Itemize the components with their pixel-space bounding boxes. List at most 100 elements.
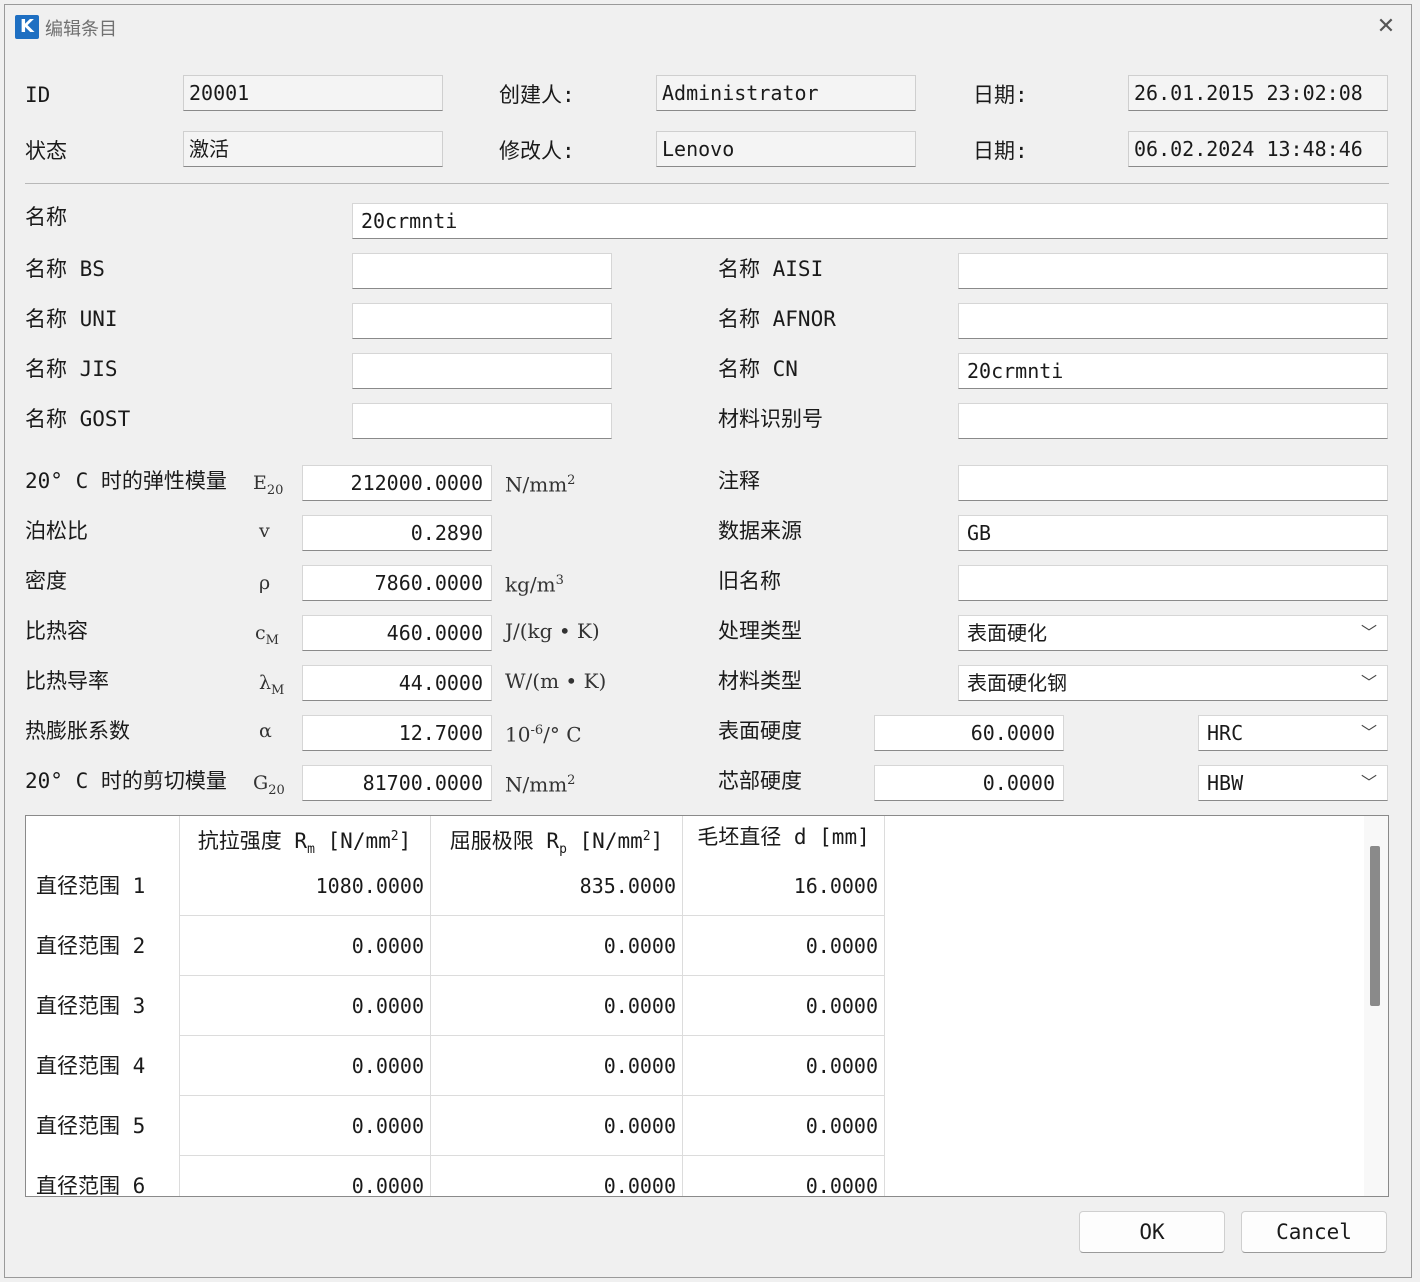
created-date-label: 日期: [973,83,1028,107]
thermal-expansion-label: 热膨胀系数 [25,719,130,743]
density-unit: kg/m3 [505,572,564,597]
note-input[interactable] [958,465,1388,501]
creator-field[interactable]: Administrator [656,75,916,111]
table-cell[interactable]: 0.0000 [179,916,431,976]
shear-modulus-unit: N/mm2 [505,772,576,797]
thermal-expansion-unit: 10-6/° C [505,722,582,747]
table-cell[interactable]: 0.0000 [683,916,885,976]
elastic-modulus-input[interactable]: 212000.0000 [302,465,492,501]
title-bar[interactable]: K 编辑条目 ✕ [5,5,1411,49]
material-type-value: 表面硬化钢 [967,671,1067,695]
column-header-blank-diameter[interactable]: 毛坯直径 d [mm] [683,816,885,860]
diameter-range-table[interactable]: 抗拉强度 Rm [N/mm2] 屈服极限 Rp [N/mm2] 毛坯直径 d [… [25,815,1389,1197]
header-divider [25,183,1389,184]
name-bs-input[interactable] [352,253,612,289]
old-name-input[interactable] [958,565,1388,601]
table-scrollbar-thumb[interactable] [1370,846,1380,1006]
close-icon[interactable]: ✕ [1371,13,1401,41]
density-input[interactable]: 7860.0000 [302,565,492,601]
table-cell[interactable]: 16.0000 [683,856,885,916]
name-uni-input[interactable] [352,303,612,339]
density-symbol: ρ [259,572,271,594]
old-name-label: 旧名称 [718,569,781,593]
name-cn-label: 名称 CN [718,357,798,381]
table-cell[interactable]: 0.0000 [179,1036,431,1096]
id-label: ID [25,83,51,107]
name-aisi-label: 名称 AISI [718,257,824,281]
shear-modulus-label: 20° C 时的剪切模量 [25,769,227,793]
treatment-type-label: 处理类型 [718,619,802,643]
name-aisi-input[interactable] [958,253,1388,289]
core-hardness-unit-select[interactable]: HBW ﹀ [1198,765,1388,801]
table-cell[interactable]: 0.0000 [431,916,683,976]
name-bs-label: 名称 BS [25,257,105,281]
row-header: 直径范围 4 [36,1054,146,1078]
table-cell[interactable]: 0.0000 [431,1156,683,1196]
table-cell[interactable]: 0.0000 [683,1036,885,1096]
specific-heat-label: 比热容 [25,619,88,643]
cancel-button[interactable]: Cancel [1241,1211,1387,1253]
id-field[interactable]: 20001 [183,75,443,111]
name-jis-input[interactable] [352,353,612,389]
specific-heat-symbol: cM [255,622,279,648]
row-header: 直径范围 6 [36,1174,146,1197]
name-afnor-input[interactable] [958,303,1388,339]
table-cell[interactable]: 0.0000 [179,976,431,1036]
name-cn-input[interactable]: 20crmnti [958,353,1388,389]
ok-button[interactable]: OK [1079,1211,1225,1253]
table-cell[interactable]: 0.0000 [179,1096,431,1156]
material-id-input[interactable] [958,403,1388,439]
table-cell[interactable]: 0.0000 [431,1036,683,1096]
data-source-label: 数据来源 [718,519,802,543]
density-label: 密度 [25,569,67,593]
created-date-field[interactable]: 26.01.2015 23:02:08 [1128,75,1388,111]
table-cell[interactable]: 0.0000 [179,1156,431,1196]
table-cell[interactable]: 0.0000 [431,976,683,1036]
name-gost-label: 名称 GOST [25,407,131,431]
shear-modulus-input[interactable]: 81700.0000 [302,765,492,801]
creator-label: 创建人: [499,83,575,107]
table-cell[interactable]: 0.0000 [683,1156,885,1196]
column-header-tensile-strength[interactable]: 抗拉强度 Rm [N/mm2] [179,816,431,860]
core-hardness-label: 芯部硬度 [718,769,802,793]
specific-heat-unit: J/(kg • K) [505,619,600,643]
row-header: 直径范围 3 [36,994,146,1018]
name-label: 名称 [25,205,67,229]
status-field[interactable]: 激活 [183,131,443,167]
data-source-input[interactable]: GB [958,515,1388,551]
name-gost-input[interactable] [352,403,612,439]
surface-hardness-label: 表面硬度 [718,719,802,743]
specific-heat-input[interactable]: 460.0000 [302,615,492,651]
elastic-modulus-label: 20° C 时的弹性模量 [25,469,227,493]
poisson-ratio-input[interactable]: 0.2890 [302,515,492,551]
chevron-down-icon: ﹀ [1360,723,1377,742]
table-cell[interactable]: 0.0000 [683,976,885,1036]
thermal-expansion-symbol: α [259,720,272,742]
modified-date-label: 日期: [973,139,1028,163]
chevron-down-icon: ﹀ [1360,773,1377,792]
table-cell[interactable]: 1080.0000 [179,856,431,916]
column-header-yield-strength[interactable]: 屈服极限 Rp [N/mm2] [431,816,683,860]
surface-hardness-input[interactable]: 60.0000 [874,715,1064,751]
table-cell[interactable]: 835.0000 [431,856,683,916]
thermal-expansion-input[interactable]: 12.7000 [302,715,492,751]
surface-hardness-unit-value: HRC [1207,721,1244,745]
material-type-select[interactable]: 表面硬化钢 ﹀ [958,665,1388,701]
material-type-label: 材料类型 [718,669,802,693]
name-afnor-label: 名称 AFNOR [718,307,836,331]
treatment-type-value: 表面硬化 [967,621,1047,645]
window-title: 编辑条目 [45,19,117,40]
table-cell[interactable]: 0.0000 [683,1096,885,1156]
thermal-conductivity-input[interactable]: 44.0000 [302,665,492,701]
modified-date-field[interactable]: 06.02.2024 13:48:46 [1128,131,1388,167]
thermal-conductivity-label: 比热导率 [25,669,109,693]
name-input[interactable]: 20crmnti [352,203,1388,239]
surface-hardness-unit-select[interactable]: HRC ﹀ [1198,715,1388,751]
modifier-field[interactable]: Lenovo [656,131,916,167]
treatment-type-select[interactable]: 表面硬化 ﹀ [958,615,1388,651]
table-cell[interactable]: 0.0000 [431,1096,683,1156]
chevron-down-icon: ﹀ [1360,623,1377,642]
note-label: 注释 [718,469,760,493]
row-header: 直径范围 2 [36,934,146,958]
core-hardness-input[interactable]: 0.0000 [874,765,1064,801]
